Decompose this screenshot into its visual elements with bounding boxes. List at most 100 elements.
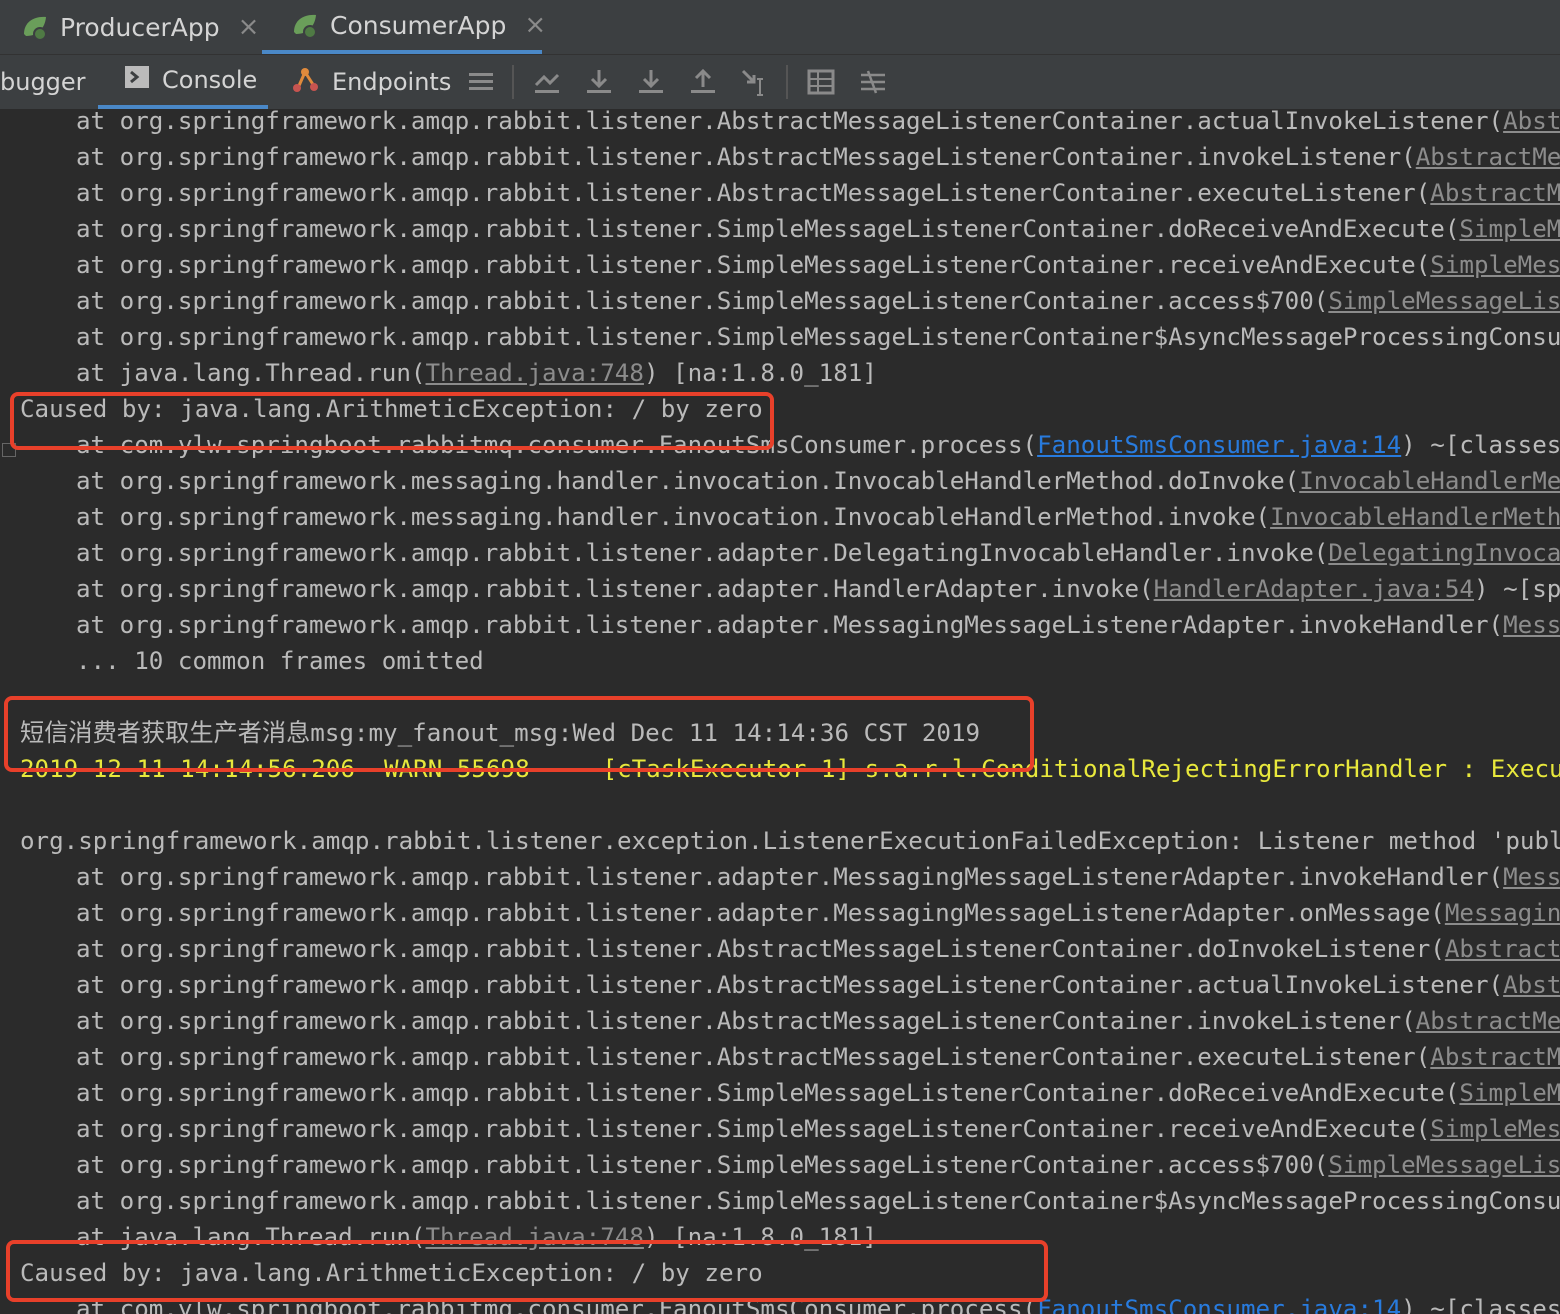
source-file-link[interactable]: FanoutSmsConsumer.java:14 [1037, 1295, 1401, 1314]
console-line-text: at org.springframework.amqp.rabbit.liste… [76, 1115, 1431, 1143]
close-icon[interactable]: × [524, 10, 546, 40]
console-line-text: at org.springframework.amqp.rabbit.liste… [76, 539, 1329, 567]
console-line: at java.lang.Thread.run(Thread.java:748)… [76, 355, 877, 391]
console-line: at org.springframework.amqp.rabbit.liste… [76, 931, 1560, 967]
source-file-link[interactable]: SimpleMessage [1430, 251, 1560, 279]
source-file-link[interactable]: Abstract [1503, 971, 1560, 999]
source-file-link[interactable]: SimpleMessage [1430, 1115, 1560, 1143]
console-line: at org.springframework.messaging.handler… [76, 499, 1560, 535]
run-tabs-bar: ProducerApp × ConsumerApp × [0, 0, 1560, 55]
tab-endpoints[interactable]: Endpoints [290, 55, 451, 109]
console-line: at org.springframework.amqp.rabbit.liste… [76, 535, 1560, 571]
source-file-link[interactable]: Messagin [1503, 611, 1560, 639]
tool-window-toolbar: bugger Console Endpoints [0, 55, 1560, 110]
source-file-link[interactable]: FanoutSmsConsumer.java:14 [1037, 431, 1401, 459]
source-file-link[interactable]: SimpleMessa [1459, 1079, 1560, 1107]
console-line-text: at org.springframework.amqp.rabbit.liste… [76, 1043, 1431, 1071]
source-file-link[interactable]: AbstractMessag [1416, 143, 1560, 171]
console-line-text: at org.springframework.messaging.handler… [76, 503, 1271, 531]
console-line: at org.springframework.amqp.rabbit.liste… [76, 139, 1560, 175]
tab-debugger[interactable]: bugger [0, 55, 86, 109]
console-line-text: at org.springframework.amqp.rabbit.liste… [76, 179, 1431, 207]
console-line-suffix: ) [na:1.8.0_181] [643, 359, 877, 387]
run-to-cursor-icon[interactable] [740, 67, 770, 97]
step-over-icon[interactable] [584, 67, 614, 97]
console-line: at org.springframework.amqp.rabbit.liste… [76, 247, 1560, 283]
source-file-link[interactable]: AbstractMessa [1430, 179, 1560, 207]
tab-endpoints-label: Endpoints [332, 68, 452, 96]
source-file-link[interactable]: SimpleMessageListene [1328, 287, 1560, 315]
run-tab-label: ConsumerApp [330, 10, 507, 40]
source-file-link[interactable]: Abstract [1503, 110, 1560, 135]
console-line: at org.springframework.amqp.rabbit.liste… [76, 211, 1560, 247]
highlight-box-consumer-message [4, 696, 1034, 772]
show-execution-point-icon[interactable] [532, 67, 562, 97]
console-line-text: at org.springframework.amqp.rabbit.liste… [76, 287, 1329, 315]
step-out-icon[interactable] [688, 67, 718, 97]
console-line-text: at org.springframework.amqp.rabbit.liste… [76, 1187, 1560, 1215]
run-tab-consumerapp[interactable]: ConsumerApp × [262, 0, 546, 54]
close-icon[interactable]: × [238, 12, 260, 42]
endpoints-icon [290, 64, 320, 100]
console-line: at org.springframework.amqp.rabbit.liste… [76, 967, 1560, 1003]
console-line-text: at org.springframework.amqp.rabbit.liste… [76, 323, 1560, 351]
console-line: at org.springframework.amqp.rabbit.liste… [76, 175, 1560, 211]
console-line-text: org.springframework.amqp.rabbit.listener… [20, 827, 1560, 855]
console-line: org.springframework.amqp.rabbit.listener… [20, 823, 1560, 859]
console-line-text: ... 10 common frames omitted [76, 647, 484, 675]
step-into-icon[interactable] [636, 67, 666, 97]
console-line-text: at org.springframework.amqp.rabbit.liste… [76, 935, 1445, 963]
run-tab-producerapp[interactable]: ProducerApp × [20, 0, 259, 54]
console-line: at org.springframework.amqp.rabbit.liste… [76, 283, 1560, 319]
source-file-link[interactable]: InvocableHandlerMethod [1299, 467, 1560, 495]
menu-icon[interactable] [466, 67, 496, 97]
evaluate-expression-icon[interactable] [806, 67, 836, 97]
console-line: at org.springframework.amqp.rabbit.liste… [76, 1147, 1560, 1183]
console-line: at org.springframework.amqp.rabbit.liste… [76, 110, 1560, 139]
console-line-text: at org.springframework.amqp.rabbit.liste… [76, 611, 1504, 639]
source-file-link[interactable]: Messagin [1503, 863, 1560, 891]
source-file-link[interactable]: HandlerAdapter.java:54 [1154, 575, 1474, 603]
source-file-link[interactable]: DelegatingInvocableH [1328, 539, 1560, 567]
source-file-link[interactable]: MessagingMes [1445, 899, 1560, 927]
source-file-link[interactable]: SimpleMessa [1459, 215, 1560, 243]
tab-console[interactable]: Console [98, 55, 268, 109]
highlight-box-caused-by [10, 392, 774, 450]
console-line-text: at org.springframework.amqp.rabbit.liste… [76, 971, 1504, 999]
console-line: ... 10 common frames omitted [76, 643, 484, 679]
console-line-suffix: ) ~[spring [1473, 575, 1560, 603]
console-line: at org.springframework.amqp.rabbit.liste… [76, 571, 1560, 607]
console-line: at org.springframework.amqp.rabbit.liste… [76, 895, 1560, 931]
console-line: at org.springframework.amqp.rabbit.liste… [76, 1003, 1560, 1039]
console-line-text: at org.springframework.amqp.rabbit.liste… [76, 143, 1416, 171]
spring-boot-app-icon [290, 10, 320, 40]
trace-current-stream-icon[interactable] [858, 67, 888, 97]
console-line: at org.springframework.amqp.rabbit.liste… [76, 607, 1560, 643]
console-line-text: at org.springframework.amqp.rabbit.liste… [76, 251, 1431, 279]
highlight-box-caused-by [6, 1240, 1048, 1302]
run-tab-label: ProducerApp [60, 12, 220, 42]
source-file-link[interactable]: AbstractMess [1445, 935, 1560, 963]
console-line: at org.springframework.amqp.rabbit.liste… [76, 1111, 1560, 1147]
source-file-link[interactable]: InvocableHandlerMethod.j [1270, 503, 1560, 531]
source-file-link[interactable]: SimpleMessageListene [1328, 1151, 1560, 1179]
tab-debugger-label: bugger [0, 68, 86, 96]
tab-console-label: Console [162, 66, 258, 94]
console-line: at org.springframework.amqp.rabbit.liste… [76, 859, 1560, 895]
console-line: at org.springframework.amqp.rabbit.liste… [76, 1075, 1560, 1111]
console-line-text: at org.springframework.amqp.rabbit.liste… [76, 1151, 1329, 1179]
console-line-text: at org.springframework.amqp.rabbit.liste… [76, 575, 1154, 603]
source-file-link[interactable]: AbstractMessag [1416, 1007, 1560, 1035]
console-line-text: at org.springframework.amqp.rabbit.liste… [76, 110, 1504, 135]
toolbar-separator [512, 65, 514, 99]
console-line-text: at org.springframework.amqp.rabbit.liste… [76, 215, 1460, 243]
source-file-link[interactable]: Thread.java:748 [426, 359, 644, 387]
console-line-text: at org.springframework.amqp.rabbit.liste… [76, 1007, 1416, 1035]
console-output[interactable]: at com.ylw.springboot.rabbitmq.consumer.… [0, 110, 1560, 1314]
source-file-link[interactable]: AbstractMessa [1430, 1043, 1560, 1071]
console-line-text: at org.springframework.amqp.rabbit.liste… [76, 899, 1445, 927]
console-icon [124, 65, 150, 95]
console-line-text: at org.springframework.messaging.handler… [76, 467, 1300, 495]
console-line-suffix: ) ~[classes/:na [1401, 1295, 1560, 1314]
toolbar-separator [786, 65, 788, 99]
